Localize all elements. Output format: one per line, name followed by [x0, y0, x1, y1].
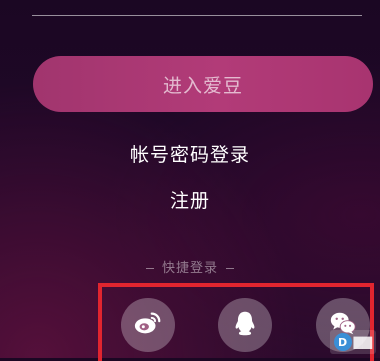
- account-password-login-link[interactable]: 帐号密码登录: [0, 140, 380, 167]
- left-dash: [145, 268, 154, 269]
- qq-icon: [230, 308, 260, 342]
- quick-login-title: 快捷登录: [0, 257, 380, 276]
- weibo-login-button[interactable]: [121, 298, 175, 352]
- register-label: 注册: [169, 190, 210, 212]
- quick-login-label: 快捷登录: [161, 261, 218, 276]
- weibo-icon: [133, 308, 163, 342]
- right-dash: [226, 268, 234, 269]
- watermark-logo: D ▇▇: [329, 330, 376, 354]
- qq-login-button[interactable]: [218, 298, 272, 352]
- enter-idol-button-label: 进入爱豆: [162, 74, 243, 97]
- account-password-login-label: 帐号密码登录: [129, 144, 250, 166]
- watermark-icon: D: [333, 333, 352, 351]
- top-divider: [32, 15, 362, 16]
- watermark-text: ▇▇: [353, 335, 372, 349]
- register-link[interactable]: 注册: [0, 186, 380, 213]
- enter-idol-button[interactable]: 进入爱豆: [33, 56, 373, 112]
